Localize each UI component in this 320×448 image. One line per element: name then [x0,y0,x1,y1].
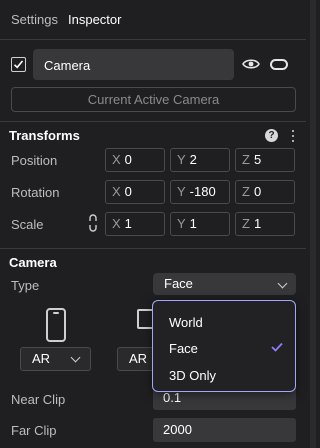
scale-label: Scale [11,217,44,232]
enabled-checkbox[interactable] [11,57,26,72]
object-name-input[interactable]: Camera [33,49,234,80]
inspector-panel: Settings Inspector Camera Current Active… [0,0,316,448]
axis-x-label: X [112,152,121,167]
position-x-value: 0 [124,152,132,167]
scale-x-value: 1 [124,216,132,231]
kebab-icon[interactable] [291,129,295,142]
camera-title: Camera [9,255,57,270]
rotation-label: Rotation [11,185,60,200]
rotation-z-value: 0 [253,184,262,199]
rotation-z-field[interactable]: Z0 [235,180,295,204]
rotation-y-value: -180 [189,184,216,199]
ar-label: AR [32,351,51,366]
tab-settings[interactable]: Settings [11,12,58,27]
type-select[interactable]: Face [153,273,296,295]
position-y-field[interactable]: Y2 [170,148,230,172]
axis-y-label: Y [177,184,186,199]
position-y-value: 2 [189,152,197,167]
rotation-x-field[interactable]: X0 [105,180,165,204]
checkbox-checked-icon [13,60,24,69]
current-active-camera-button[interactable]: Current Active Camera [11,87,296,112]
check-icon [271,342,283,352]
scale-z-field[interactable]: Z1 [235,212,295,236]
dropdown-option-3d-only[interactable]: 3D Only [169,368,216,383]
phone-icon[interactable] [46,308,66,342]
near-clip-label: Near Clip [11,392,66,407]
help-icon[interactable]: ? [265,129,278,142]
axis-z-label: Z [242,216,250,231]
divider [0,248,306,249]
far-clip-label: Far Clip [11,423,57,438]
axis-y-label: Y [177,216,186,231]
rotation-x-value: 0 [124,184,132,199]
chevron-down-icon [277,278,288,289]
position-z-field[interactable]: Z5 [235,148,295,172]
tab-bar: Settings Inspector [0,0,316,40]
dropdown-option-world[interactable]: World [169,315,203,330]
axis-x-label: X [112,216,121,231]
dropdown-option-face[interactable]: Face [169,341,198,356]
scale-z-value: 1 [253,216,262,231]
axis-z-label: Z [242,152,250,167]
pill-icon[interactable] [270,59,288,70]
type-dropdown-menu: World Face 3D Only [152,300,296,392]
ar-label: AR [129,351,148,366]
position-label: Position [11,153,58,168]
ar-select-phone[interactable]: AR [20,347,91,371]
scale-x-field[interactable]: X1 [105,212,165,236]
type-select-value: Face [164,276,193,291]
axis-z-label: Z [242,184,250,199]
tab-inspector[interactable]: Inspector [68,12,121,27]
rotation-y-field[interactable]: Y -180 [170,180,230,204]
eye-icon[interactable] [242,58,260,70]
far-clip-input[interactable]: 2000 [153,418,296,442]
transforms-title: Transforms [9,128,80,143]
position-z-value: 5 [253,152,262,167]
scale-y-field[interactable]: Y1 [170,212,230,236]
scale-y-value: 1 [189,216,197,231]
chevron-down-icon [70,352,81,363]
type-label: Type [11,278,40,293]
position-x-field[interactable]: X0 [105,148,165,172]
link-icon[interactable] [88,214,98,232]
divider [0,39,306,40]
axis-x-label: X [112,184,121,199]
axis-y-label: Y [177,152,186,167]
divider [0,121,306,122]
scrollbar[interactable] [310,0,316,448]
